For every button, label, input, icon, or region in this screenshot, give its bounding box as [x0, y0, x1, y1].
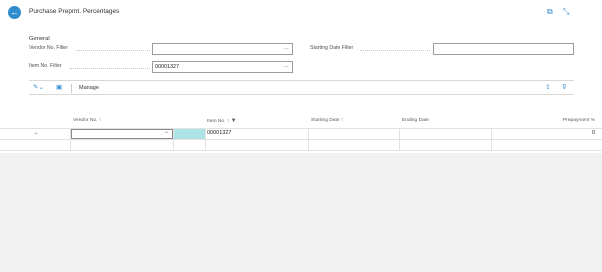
toolbar-divider — [71, 84, 72, 93]
grid-line-col-1 — [70, 128, 71, 151]
grid-line-mid — [0, 139, 602, 140]
vendor-filter-dots — [76, 50, 150, 51]
edit-list-icon[interactable]: ▣ — [56, 84, 62, 92]
item-filter-dots — [70, 68, 150, 69]
action-bar: ✎⌄ ▣ Manage ⇪ ⊽ — [29, 80, 574, 95]
grid-line-col-3 — [205, 128, 206, 151]
item-filter-lookup-icon[interactable]: … — [283, 61, 289, 71]
starting-date-filter-label: Starting Date Filter — [310, 45, 354, 51]
column-header-item-no-label: Item No. ↑ — [207, 119, 230, 124]
starting-date-filter-input[interactable] — [433, 43, 574, 55]
grid-line-col-6 — [491, 128, 492, 151]
section-general-title: General — [29, 36, 50, 42]
share-icon[interactable]: ⇪ — [545, 84, 550, 92]
prepayment-pct-cell[interactable]: 0 — [592, 130, 595, 136]
grid-line-bottom — [0, 150, 602, 151]
vendor-filter-lookup-icon[interactable]: … — [283, 43, 289, 53]
starting-date-filter-dots — [360, 50, 430, 51]
filter-icon[interactable]: ⊽ — [562, 84, 567, 92]
manage-button[interactable]: Manage — [79, 84, 99, 92]
open-new-window-icon[interactable]: ⧉ — [547, 7, 553, 17]
column-header-item-no[interactable]: Item No. ↑ ▼ — [207, 118, 237, 124]
collapse-icon[interactable]: ⤡ — [563, 7, 569, 17]
item-filter-input[interactable]: 00001327 … — [152, 61, 293, 73]
chevron-down-icon[interactable]: ⌄ — [164, 128, 169, 135]
vendor-filter-label: Vendor No. Filter — [29, 45, 68, 51]
item-filter-value: 00001327 — [155, 64, 179, 70]
column-header-starting-date[interactable]: Starting Date ↑ — [311, 118, 343, 123]
item-no-cell[interactable]: 00001327 — [207, 130, 231, 136]
grid-line-top — [0, 128, 602, 129]
new-icon[interactable]: ✎⌄ — [33, 84, 44, 92]
vendor-no-cell-input[interactable]: ⌄ — [71, 129, 173, 139]
grid-line-col-4 — [308, 128, 309, 151]
column-header-vendor-no[interactable]: Vendor No. ↑ — [73, 118, 101, 123]
grid-line-col-5 — [399, 128, 400, 151]
column-filter-icon[interactable]: ▼ — [231, 118, 237, 124]
page-title: Purchase Prepmt. Percentages — [29, 8, 120, 15]
selected-cell-highlight — [173, 129, 205, 139]
row-indicator-icon: → — [33, 130, 39, 136]
column-header-prepayment-pct[interactable]: Prepayment % — [563, 118, 595, 123]
column-header-ending-date[interactable]: Ending Date — [402, 118, 429, 123]
grid-line-col-2 — [173, 128, 174, 151]
item-filter-label: Item No. Filter — [29, 63, 62, 69]
back-arrow-icon[interactable]: ← — [8, 6, 21, 19]
vendor-filter-input[interactable]: … — [152, 43, 293, 55]
